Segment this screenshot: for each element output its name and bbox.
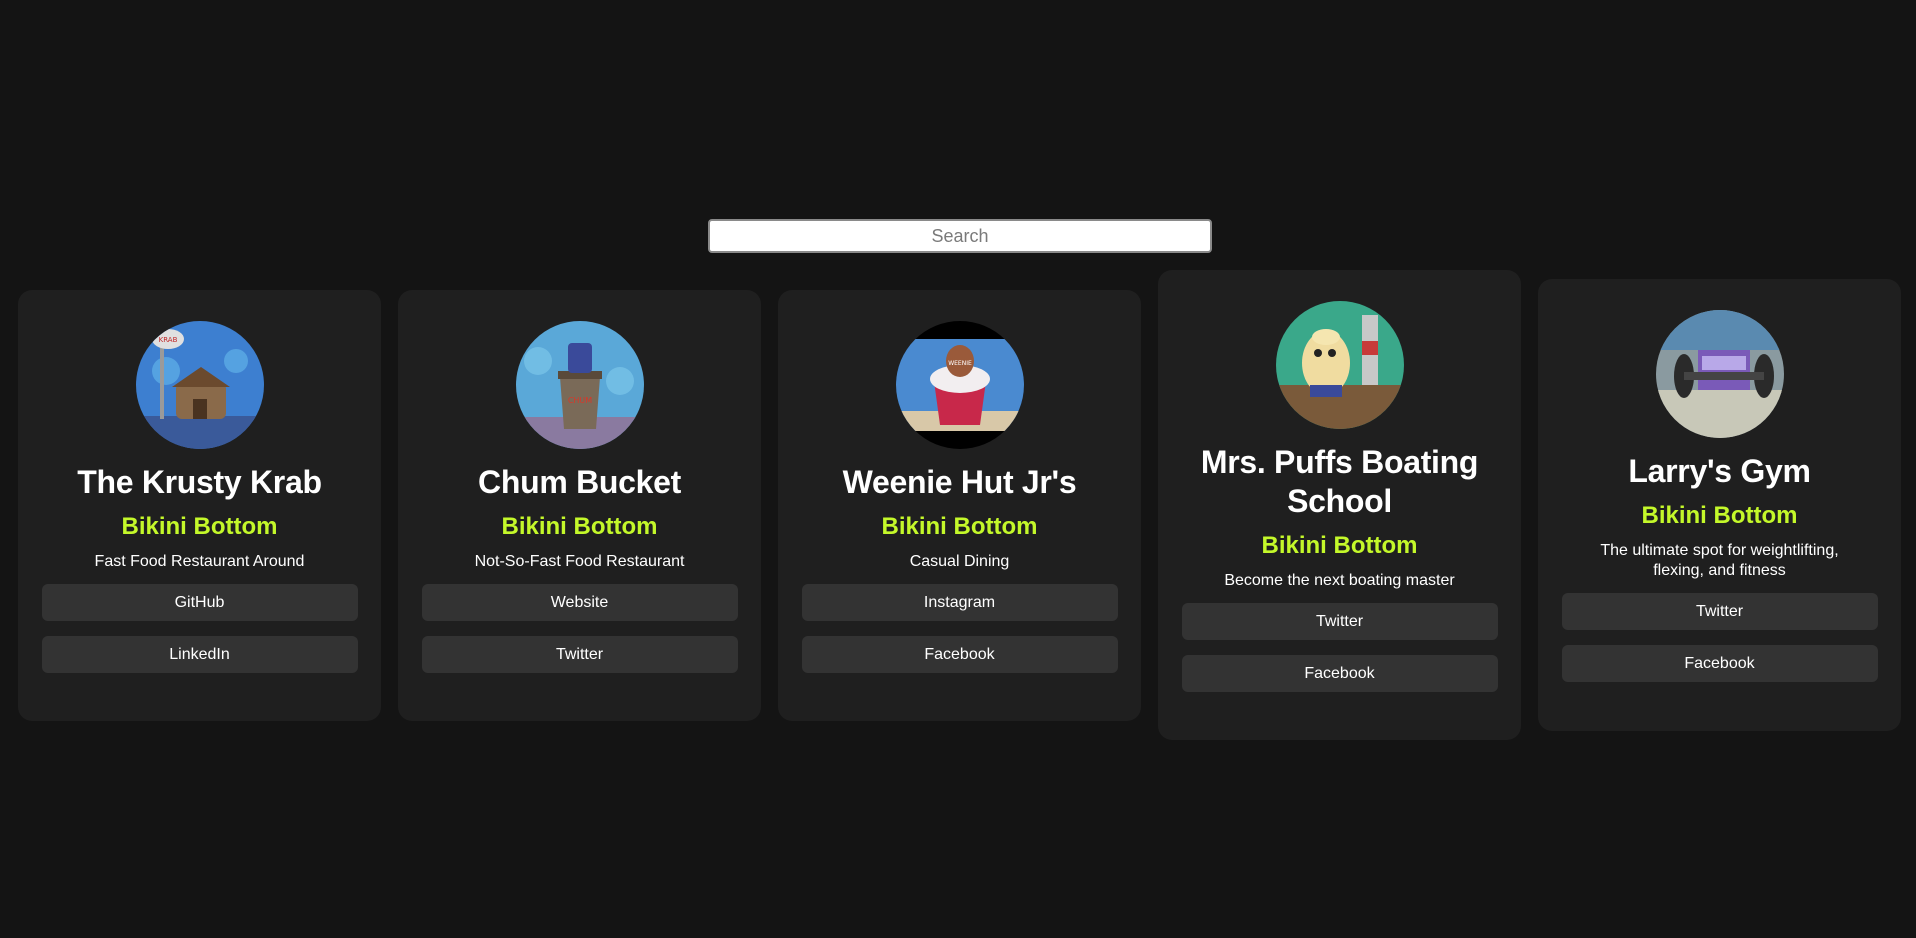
facebook-link-button[interactable]: Facebook — [801, 636, 1118, 673]
twitter-link-button[interactable]: Twitter — [1561, 593, 1878, 630]
mrs-puff-image — [1275, 301, 1404, 429]
larrys-gym-image — [1655, 310, 1784, 438]
card-description: The ultimate spot for weightlifting, fle… — [1600, 542, 1839, 579]
svg-text:CHUM: CHUM — [567, 396, 591, 405]
github-link-button[interactable]: GitHub — [41, 584, 358, 621]
card-title: Weenie Hut Jr's — [842, 464, 1077, 500]
card-list: KRAB The Krusty Krab Bikini Bottom Fast … — [18, 0, 1902, 938]
svg-text:KRAB: KRAB — [158, 336, 177, 344]
card-title: Larry's Gym — [1628, 453, 1811, 489]
card-description: Fast Food Restaurant Around — [94, 553, 305, 570]
website-link-button[interactable]: Website — [421, 584, 738, 621]
twitter-link-button[interactable]: Twitter — [421, 636, 738, 673]
card-title: Mrs. Puffs Boating School — [1200, 444, 1479, 519]
card-title: The Krusty Krab — [77, 464, 322, 500]
profile-card: Mrs. Puffs Boating School Bikini Bottom … — [1158, 270, 1521, 740]
card-location: Bikini Bottom — [1641, 502, 1798, 529]
card-title: Chum Bucket — [478, 464, 681, 500]
profile-card: Larry's Gym Bikini Bottom The ultimate s… — [1538, 279, 1901, 731]
profile-card: WEENIE Weenie Hut Jr's Bikini Bottom Cas… — [778, 290, 1141, 721]
card-location: Bikini Bottom — [881, 513, 1038, 540]
card-description: Casual Dining — [909, 553, 1010, 570]
svg-text:WEENIE: WEENIE — [948, 360, 972, 367]
profile-card: KRAB The Krusty Krab Bikini Bottom Fast … — [18, 290, 381, 721]
card-location: Bikini Bottom — [1261, 532, 1418, 559]
twitter-link-button[interactable]: Twitter — [1181, 603, 1498, 640]
chum-bucket-image: CHUM — [515, 321, 644, 449]
weenie-hut-image: WEENIE — [895, 321, 1024, 449]
card-location: Bikini Bottom — [501, 513, 658, 540]
facebook-link-button[interactable]: Facebook — [1181, 655, 1498, 692]
krusty-krab-image: KRAB — [135, 321, 264, 449]
profile-card: CHUM Chum Bucket Bikini Bottom Not-So-Fa… — [398, 290, 761, 721]
card-description: Not-So-Fast Food Restaurant — [474, 553, 685, 570]
instagram-link-button[interactable]: Instagram — [801, 584, 1118, 621]
card-location: Bikini Bottom — [121, 513, 278, 540]
linkedin-link-button[interactable]: LinkedIn — [41, 636, 358, 673]
facebook-link-button[interactable]: Facebook — [1561, 645, 1878, 682]
card-description: Become the next boating master — [1224, 572, 1455, 589]
